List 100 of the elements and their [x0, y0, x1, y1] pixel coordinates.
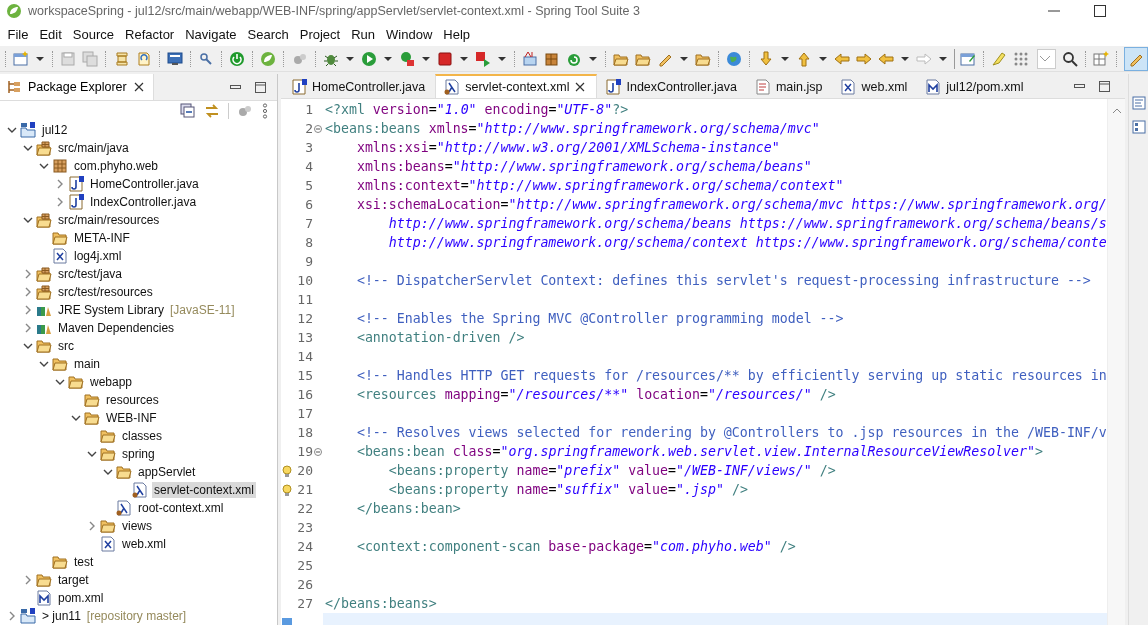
combo-box[interactable] — [1037, 48, 1056, 69]
down-arrow-icon[interactable] — [757, 50, 774, 67]
tree-item[interactable]: jul12 — [40, 122, 70, 138]
search-icon[interactable] — [1061, 50, 1078, 67]
play-icon[interactable] — [360, 50, 377, 67]
menu-item[interactable]: Window — [380, 24, 438, 44]
tree-item[interactable]: Maven Dependencies — [56, 320, 177, 336]
menu-item[interactable]: Search — [242, 24, 295, 44]
tree-item[interactable]: > jun11 — [40, 608, 83, 624]
tree-item[interactable]: WEB-INF — [104, 410, 159, 426]
menu-item[interactable]: Run — [345, 24, 381, 44]
up-arrow-icon[interactable] — [795, 50, 812, 67]
editor-tab[interactable]: web.xml — [832, 74, 918, 98]
link-editor-icon[interactable] — [204, 103, 220, 119]
chevron-right-icon[interactable] — [23, 305, 33, 315]
chevron-right-icon[interactable] — [55, 197, 65, 207]
chevron-right-icon[interactable] — [23, 287, 33, 297]
scroll-up-icon[interactable] — [1111, 107, 1122, 115]
chevron-down-icon[interactable] — [39, 161, 49, 171]
menu-item[interactable]: File — [2, 24, 34, 44]
chevron-right-icon[interactable] — [23, 269, 33, 279]
editor-tab[interactable]: jul12/pom.xml — [917, 74, 1034, 98]
crate-icon[interactable] — [544, 50, 561, 67]
chevron-down-icon[interactable] — [39, 359, 49, 369]
tree-item[interactable]: spring — [120, 446, 157, 462]
tree-item[interactable]: src/main/resources — [56, 212, 162, 228]
document-icon[interactable] — [135, 50, 152, 67]
fold-icon[interactable] — [314, 124, 322, 133]
back-arrow-icon[interactable] — [833, 50, 850, 67]
gears-icon[interactable] — [237, 103, 253, 119]
menu-item[interactable]: Navigate — [179, 24, 242, 44]
menu-item[interactable]: Edit — [33, 24, 68, 44]
tree-item[interactable]: META-INF — [72, 230, 132, 246]
close-icon[interactable] — [574, 81, 587, 93]
grid-dots-icon[interactable] — [1013, 50, 1030, 67]
forward-arrow-icon[interactable] — [855, 50, 872, 67]
tree-item[interactable]: JRE System Library — [56, 302, 167, 318]
maximize-icon[interactable] — [254, 80, 267, 94]
chevron-down-icon[interactable] — [23, 341, 33, 351]
menu-item[interactable]: Refactor — [119, 24, 180, 44]
stop-run-icon[interactable] — [474, 50, 491, 67]
editor-tab[interactable]: HomeController.java — [283, 74, 436, 98]
close-icon[interactable] — [132, 81, 145, 93]
tree-item[interactable]: resources — [104, 392, 161, 408]
globe-icon[interactable] — [726, 50, 743, 67]
chevron-down-icon[interactable] — [7, 125, 17, 135]
window-pen-icon[interactable] — [959, 50, 976, 67]
perspective-button[interactable] — [1124, 46, 1148, 71]
monitor-icon[interactable] — [166, 50, 183, 67]
chevron-down-icon[interactable] — [103, 467, 113, 477]
chevron-down-icon[interactable] — [23, 215, 33, 225]
tree-item[interactable]: HomeController.java — [88, 176, 201, 192]
maximize-icon[interactable] — [1092, 3, 1108, 19]
view-tab[interactable]: Package Explorer — [0, 74, 154, 100]
highlighter-icon[interactable] — [991, 50, 1008, 67]
chevron-down-icon[interactable] — [87, 449, 97, 459]
tree-item[interactable]: src — [56, 338, 76, 354]
task-list-icon[interactable] — [1131, 120, 1146, 134]
menu-item[interactable]: Help — [437, 24, 476, 44]
window-star-icon[interactable] — [1092, 50, 1109, 67]
tree-item[interactable]: root-context.xml — [136, 500, 226, 516]
tree-item[interactable]: log4j.xml — [72, 248, 124, 264]
tree-item[interactable]: src/main/java — [56, 140, 131, 156]
chevron-right-icon[interactable] — [7, 611, 17, 621]
tree-item[interactable]: src/test/resources — [56, 284, 155, 300]
chevron-down-icon[interactable] — [23, 143, 33, 153]
tree-item[interactable]: src/test/java — [56, 266, 125, 282]
chevron-right-icon[interactable] — [87, 521, 97, 531]
view-menu-icon[interactable] — [261, 103, 269, 119]
chevron-right-icon[interactable] — [23, 323, 33, 333]
tree-item[interactable]: test — [72, 554, 96, 570]
tree-item[interactable]: main — [72, 356, 102, 372]
power-icon[interactable] — [229, 50, 246, 67]
tree-item[interactable]: webapp — [88, 374, 135, 390]
tree-item[interactable]: appServlet — [136, 464, 198, 480]
tree-item[interactable]: servlet-context.xml — [152, 482, 257, 498]
back-arrow-icon[interactable] — [877, 50, 894, 67]
run-tool-icon[interactable] — [398, 50, 415, 67]
stop-icon[interactable] — [436, 50, 453, 67]
collapse-all-icon[interactable] — [180, 103, 196, 119]
fold-icon[interactable] — [314, 447, 322, 456]
tree-item[interactable]: web.xml — [120, 536, 168, 552]
maximize-icon[interactable] — [1098, 79, 1111, 93]
chevron-down-icon[interactable] — [55, 377, 65, 387]
chevron-down-icon[interactable] — [71, 413, 81, 423]
tree-item[interactable]: IndexController.java — [88, 194, 199, 210]
scroll-icon[interactable] — [113, 50, 130, 67]
chevron-right-icon[interactable] — [55, 179, 65, 189]
tree-item[interactable]: views — [120, 518, 154, 534]
menu-item[interactable]: Project — [294, 24, 346, 44]
tree-item[interactable]: target — [56, 572, 91, 588]
editor-tab[interactable]: IndexController.java — [597, 74, 747, 98]
tree-item[interactable]: pom.xml — [56, 590, 106, 606]
editor-tab[interactable]: main.jsp — [746, 74, 833, 98]
tree-item[interactable]: com.phyho.web — [72, 158, 161, 174]
editor-tab[interactable]: servlet-context.xml — [435, 74, 598, 98]
tree-item[interactable]: classes — [120, 428, 164, 444]
menu-item[interactable]: Source — [67, 24, 120, 44]
leaf-icon[interactable] — [260, 50, 277, 67]
outline-icon[interactable] — [1131, 96, 1146, 110]
